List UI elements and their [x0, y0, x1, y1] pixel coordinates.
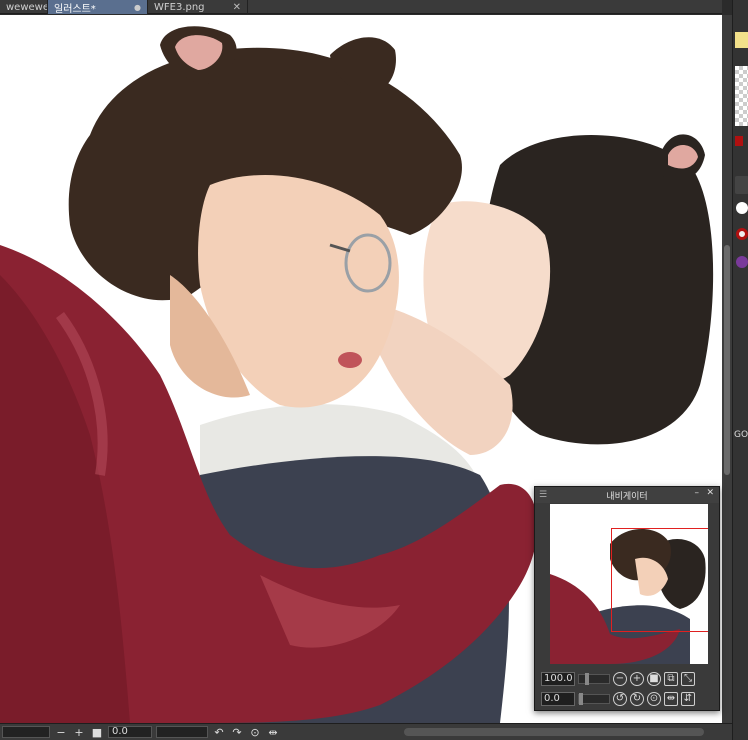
reset-rotation-icon[interactable]: ⊙ — [248, 726, 262, 739]
fit-icon[interactable]: ■ — [90, 726, 104, 739]
horizontal-scrollbar[interactable] — [404, 728, 704, 736]
navigator-panel[interactable]: ☰ 내비게이터 – ✕ 100.0 − + ■ ⧉ ⤡ 0.0 ↺ ↻ ⊙ ⇹ … — [534, 486, 720, 711]
tab-wfe3[interactable]: WFE3.png ✕ — [148, 0, 248, 14]
flip-horizontal-icon[interactable]: ⇹ — [266, 726, 280, 739]
tab-label: 일러스트* — [54, 3, 96, 15]
zoom-in-icon[interactable]: + — [72, 726, 86, 739]
tab-wewewe[interactable]: wewewe ✕ — [0, 0, 48, 14]
slider-knob[interactable] — [585, 672, 589, 685]
scrollbar-thumb[interactable] — [724, 245, 730, 475]
rotation-input[interactable]: 0.0 — [541, 691, 575, 706]
tab-label: wewewe — [6, 1, 48, 13]
zoom-out-icon[interactable]: − — [613, 671, 627, 686]
navigator-title: 내비게이터 — [606, 491, 648, 502]
navigator-title-bar[interactable]: ☰ 내비게이터 – ✕ — [535, 487, 719, 503]
rotate-left-icon[interactable]: ↺ — [613, 691, 627, 706]
document-tab-bar: wewewe ✕ 일러스트* ● WFE3.png ✕ — [0, 0, 722, 14]
color-swatch-yellow[interactable] — [735, 32, 748, 48]
rotation-slider[interactable] — [156, 726, 208, 738]
zoom-slider[interactable] — [578, 672, 610, 685]
modified-dot-icon: ● — [134, 2, 141, 12]
canvas-vertical-scrollbar[interactable] — [722, 15, 732, 723]
status-bar: − + ■ 0.0 ↶ ↷ ⊙ ⇹ — [0, 723, 732, 740]
rotate-left-icon[interactable]: ↶ — [212, 726, 226, 739]
panel-label: GO — [734, 430, 748, 440]
rotate-right-icon[interactable]: ↷ — [230, 726, 244, 739]
viewport-frame[interactable] — [611, 528, 708, 632]
tab-label: WFE3.png — [154, 1, 205, 13]
mouth — [338, 352, 362, 368]
brush-icon[interactable] — [735, 176, 748, 194]
flip-vertical-icon[interactable]: ⇵ — [681, 691, 695, 706]
rotation-slider[interactable] — [578, 692, 610, 705]
slider-knob[interactable] — [579, 692, 583, 705]
fit-icon[interactable]: ■ — [647, 671, 661, 686]
rotation-field[interactable]: 0.0 — [108, 726, 152, 738]
full-view-icon[interactable]: ⤡ — [681, 671, 695, 686]
navigator-preview[interactable] — [550, 504, 708, 664]
color-swatch-transparent[interactable] — [735, 66, 748, 126]
flip-horizontal-icon[interactable]: ⇹ — [664, 691, 678, 706]
rotation-row: 0.0 ↺ ↻ ⊙ ⇹ ⇵ — [541, 690, 717, 707]
zoom-out-icon[interactable]: − — [54, 726, 68, 739]
close-icon[interactable]: ✕ — [233, 2, 241, 13]
minimize-icon[interactable]: – — [695, 488, 700, 498]
zoom-field[interactable] — [2, 726, 50, 738]
close-icon[interactable]: ✕ — [706, 488, 714, 498]
color-swatch-red[interactable] — [735, 136, 743, 146]
fit-window-icon[interactable]: ⧉ — [664, 671, 678, 686]
menu-icon[interactable]: ☰ — [539, 490, 547, 500]
right-side-panel: GO — [732, 0, 748, 740]
circle-brush-icon[interactable] — [736, 202, 748, 214]
red-ring-brush-icon[interactable] — [736, 228, 748, 240]
zoom-input[interactable]: 100.0 — [541, 671, 575, 686]
rotate-right-icon[interactable]: ↻ — [630, 691, 644, 706]
tab-illustration[interactable]: 일러스트* ● — [48, 0, 148, 14]
reset-rotation-icon[interactable]: ⊙ — [647, 691, 661, 706]
zoom-in-icon[interactable]: + — [630, 671, 644, 686]
purple-swirl-brush-icon[interactable] — [736, 256, 748, 268]
zoom-row: 100.0 − + ■ ⧉ ⤡ — [541, 670, 717, 687]
